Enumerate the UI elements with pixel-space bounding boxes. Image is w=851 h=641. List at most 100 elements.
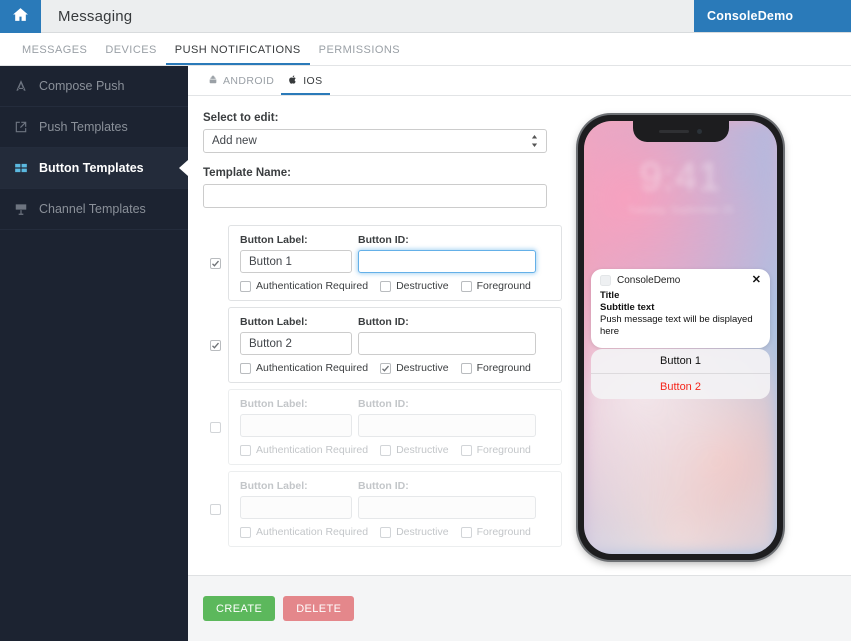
button-1-id-input[interactable] — [358, 250, 536, 273]
button-row-3: Button Label: Button ID: Authentication … — [203, 389, 562, 465]
create-button[interactable]: CREATE — [203, 596, 276, 621]
content-area: Select to edit: Add new Template Name: B… — [188, 96, 851, 575]
button-1-auth-required-option[interactable]: Authentication Required — [240, 280, 368, 292]
button-row-2-enable-checkbox[interactable] — [210, 339, 221, 351]
button-4-destructive-checkbox — [380, 526, 392, 538]
button-row-3-enable-checkbox[interactable] — [210, 421, 221, 433]
lockscreen-date: Tuesday, September 25 — [627, 205, 734, 216]
button-id-heading: Button ID: — [358, 480, 409, 492]
sidebar-item-label: Compose Push — [39, 79, 125, 93]
button-row-2-enable-cell — [203, 339, 228, 351]
button-2-foreground-option[interactable]: Foreground — [460, 362, 531, 374]
body-container: Compose Push Push Templates Button Templ… — [0, 66, 851, 641]
button-row-4-headings: Button Label: Button ID: — [240, 480, 551, 492]
tab-devices[interactable]: DEVICES — [96, 44, 165, 65]
tab-messages[interactable]: MESSAGES — [13, 44, 96, 65]
button-3-foreground-checkbox — [460, 444, 472, 456]
phone-frame: 9:41 Tuesday, September 25 ConsoleDemo ✕… — [578, 115, 783, 560]
tab-android[interactable]: ANDROID — [201, 74, 281, 95]
button-row-4-card: Button Label: Button ID: Authentication … — [228, 471, 562, 547]
delete-button[interactable]: DELETE — [283, 596, 355, 621]
button-row-1-headings: Button Label: Button ID: — [240, 234, 551, 246]
template-form: Select to edit: Add new Template Name: B… — [188, 112, 562, 575]
button-2-auth-required-option[interactable]: Authentication Required — [240, 362, 368, 374]
platform-tab-label: ANDROID — [223, 75, 275, 87]
preview-action-button-2[interactable]: Button 2 — [591, 374, 770, 399]
option-label: Destructive — [396, 526, 449, 538]
preview-action-button-1[interactable]: Button 1 — [591, 349, 770, 374]
close-icon[interactable]: ✕ — [752, 275, 761, 286]
sidebar-item-button-templates[interactable]: Button Templates — [0, 148, 188, 189]
android-icon — [208, 74, 218, 88]
home-button[interactable] — [0, 0, 41, 33]
button-row-1-enable-checkbox[interactable] — [210, 257, 221, 269]
button-label-heading: Button Label: — [240, 316, 308, 328]
template-name-input[interactable] — [203, 184, 547, 208]
button-label-heading: Button Label: — [240, 480, 308, 492]
button-2-id-input[interactable] — [358, 332, 536, 355]
button-2-label-input[interactable]: Button 2 — [240, 332, 352, 355]
home-icon — [12, 6, 29, 28]
option-label: Foreground — [476, 444, 531, 456]
button-3-label-input — [240, 414, 352, 437]
select-to-edit-value: Add new — [212, 135, 257, 147]
button-row-2-headings: Button Label: Button ID: — [240, 316, 551, 328]
console-name-chip[interactable]: ConsoleDemo — [694, 0, 851, 32]
button-label-heading: Button Label: — [240, 234, 308, 246]
button-row-4-inputs — [240, 496, 551, 519]
select-to-edit-dropdown[interactable]: Add new — [203, 129, 547, 153]
button-1-destructive-option[interactable]: Destructive — [380, 280, 449, 292]
tab-ios[interactable]: IOS — [281, 74, 330, 95]
option-label: Authentication Required — [256, 280, 369, 292]
button-1-foreground-checkbox[interactable] — [460, 280, 472, 292]
sidebar: Compose Push Push Templates Button Templ… — [0, 66, 188, 641]
button-4-foreground-option: Foreground — [460, 526, 531, 538]
button-2-destructive-checkbox[interactable] — [380, 362, 392, 374]
sidebar-item-channel-templates[interactable]: Channel Templates — [0, 189, 188, 230]
active-indicator-caret-icon — [179, 160, 188, 176]
button-1-foreground-option[interactable]: Foreground — [460, 280, 531, 292]
app-icon — [600, 275, 611, 286]
sidebar-item-compose-push[interactable]: Compose Push — [0, 66, 188, 107]
option-label: Destructive — [396, 444, 449, 456]
button-row-3-headings: Button Label: Button ID: — [240, 398, 551, 410]
main-lower: Select to edit: Add new Template Name: B… — [188, 96, 851, 641]
button-1-destructive-checkbox[interactable] — [380, 280, 392, 292]
button-row-2: Button Label: Button ID: Button 2 Authen… — [203, 307, 562, 383]
button-1-auth-required-checkbox[interactable] — [240, 280, 251, 292]
button-3-auth-required-option: Authentication Required — [240, 444, 368, 456]
notification-action-buttons: Button 1 Button 2 — [591, 349, 770, 399]
button-row-2-card: Button Label: Button ID: Button 2 Authen… — [228, 307, 562, 383]
main-panel: ANDROID IOS Select to edit: Add new Temp… — [188, 66, 851, 641]
button-1-label-input[interactable]: Button 1 — [240, 250, 352, 273]
option-label: Foreground — [476, 526, 531, 538]
sidebar-item-push-templates[interactable]: Push Templates — [0, 107, 188, 148]
compose-push-icon — [13, 79, 28, 93]
front-camera-icon — [697, 129, 702, 134]
earpiece-speaker — [659, 129, 689, 134]
sidebar-item-label: Channel Templates — [39, 202, 146, 216]
button-row-3-inputs — [240, 414, 551, 437]
form-footer: CREATE DELETE — [188, 575, 851, 641]
tab-permissions[interactable]: PERMISSIONS — [310, 44, 409, 65]
button-2-auth-required-checkbox[interactable] — [240, 362, 251, 374]
tab-push-notifications[interactable]: PUSH NOTIFICATIONS — [165, 44, 310, 65]
button-row-4-enable-cell — [203, 503, 228, 515]
button-2-foreground-checkbox[interactable] — [460, 362, 472, 374]
button-row-4-enable-checkbox[interactable] — [210, 503, 221, 515]
button-4-destructive-option: Destructive — [380, 526, 449, 538]
primary-nav-tabs: MESSAGES DEVICES PUSH NOTIFICATIONS PERM… — [0, 33, 851, 66]
button-id-heading: Button ID: — [358, 316, 409, 328]
button-row-1-enable-cell — [203, 257, 228, 269]
option-label: Foreground — [476, 280, 531, 292]
button-row-2-options: Authentication Required Destructive Fore… — [240, 362, 551, 374]
button-row-2-inputs: Button 2 — [240, 332, 551, 355]
button-2-destructive-option[interactable]: Destructive — [380, 362, 449, 374]
notification-title: Title — [600, 290, 620, 301]
button-3-foreground-option: Foreground — [460, 444, 531, 456]
notification-app-name: ConsoleDemo — [617, 275, 681, 286]
option-label: Authentication Required — [256, 362, 369, 374]
select-to-edit-label: Select to edit: — [203, 112, 279, 124]
channel-templates-icon — [13, 202, 28, 216]
page-title: Messaging — [58, 7, 133, 25]
